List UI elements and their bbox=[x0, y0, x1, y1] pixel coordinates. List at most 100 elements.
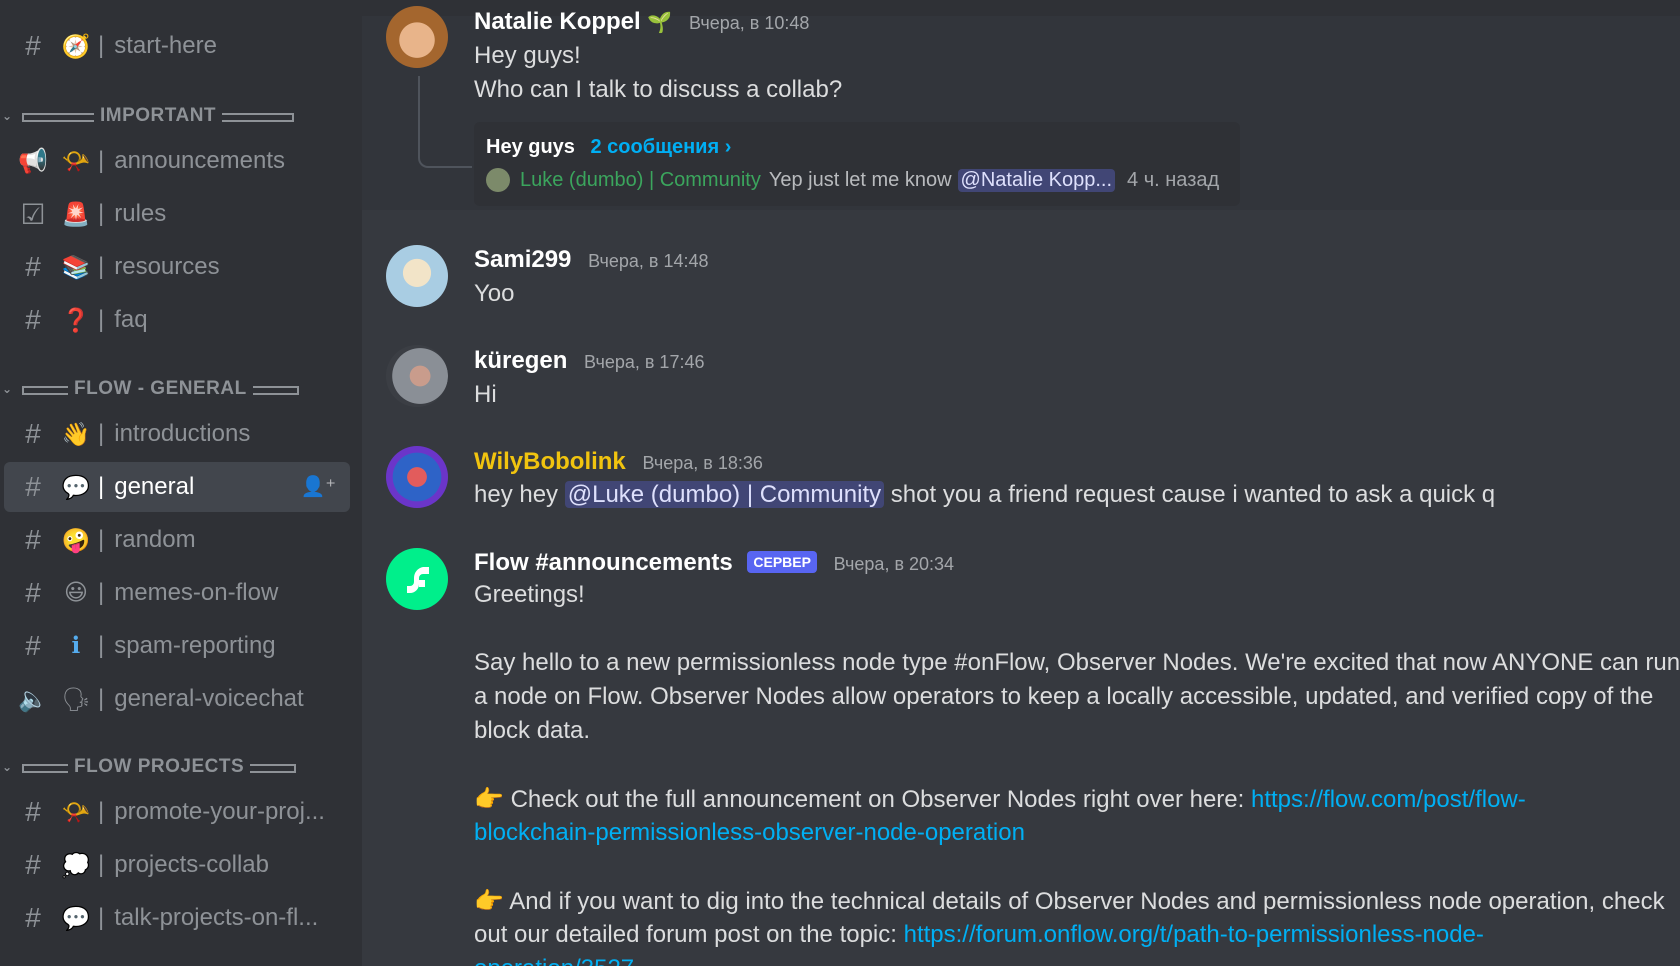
avatar[interactable] bbox=[386, 245, 448, 307]
thread-preview[interactable]: Hey guys 2 сообщения › Luke (dumbo) | Co… bbox=[474, 122, 1240, 206]
link[interactable]: https://flow.com/post/flow- bbox=[1251, 786, 1526, 813]
channel-name: start-here bbox=[114, 32, 217, 59]
thread-connector bbox=[418, 76, 472, 168]
message-author[interactable]: WilyBobolink Вчера, в 18:36 bbox=[474, 448, 763, 476]
hash-lock-icon: # bbox=[25, 251, 41, 282]
thread-last-text: Yep just let me know bbox=[768, 168, 952, 191]
channel-name: faq bbox=[114, 306, 148, 333]
message-text: Say hello to a new permissionless node t… bbox=[474, 649, 1680, 676]
hash-icon: # bbox=[25, 630, 41, 661]
channel-resources[interactable]: # 📚 | resources bbox=[4, 242, 350, 292]
channel-start-here[interactable]: # 🧭 | start-here bbox=[4, 21, 350, 71]
thread-time-ago: 4 ч. назад bbox=[1127, 168, 1220, 191]
separator: | bbox=[98, 147, 105, 174]
flow-logo-icon bbox=[407, 567, 429, 593]
separator: | bbox=[98, 579, 105, 606]
separator: | bbox=[98, 904, 105, 931]
author-name[interactable]: WilyBobolink bbox=[474, 448, 626, 475]
avatar[interactable] bbox=[386, 6, 448, 68]
mention[interactable]: @Luke (dumbo) | Community bbox=[564, 481, 885, 508]
channel-name: general bbox=[114, 473, 195, 500]
info-icon: ℹ bbox=[71, 633, 81, 659]
channel-projects-collab[interactable]: # 💭 | projects-collab bbox=[4, 840, 350, 890]
compass-icon: 🧭 bbox=[61, 33, 91, 60]
postal-horn-icon: 📯 bbox=[61, 148, 91, 175]
hash-lock-icon: # bbox=[25, 577, 41, 608]
books-icon: 📚 bbox=[61, 254, 91, 281]
message-fragment: out our detailed forum post on the topic… bbox=[474, 921, 897, 948]
message-text: block data. bbox=[474, 717, 591, 744]
message-text: 👉 And if you want to dig into the techni… bbox=[474, 884, 1665, 919]
thread-title: Hey guys bbox=[486, 136, 575, 158]
channel-general-voicechat[interactable]: 🔈 🗣 | general-voicechat bbox=[4, 674, 350, 724]
separator: | bbox=[98, 526, 105, 553]
channel-name: projects-collab bbox=[114, 851, 269, 878]
author-name[interactable]: Flow #announcements bbox=[474, 549, 733, 576]
flow-logo-avatar[interactable] bbox=[386, 548, 448, 610]
timestamp: Вчера, в 14:48 bbox=[588, 251, 709, 271]
channel-name: talk-projects-on-fl... bbox=[114, 904, 319, 931]
separator: | bbox=[98, 473, 105, 500]
channel-name: random bbox=[114, 526, 196, 553]
separator: | bbox=[98, 685, 105, 712]
channel-announcements[interactable]: 📢 📯 | announcements bbox=[4, 136, 350, 186]
category-decoration bbox=[22, 112, 94, 122]
separator: | bbox=[98, 632, 105, 659]
message-author[interactable]: Sami299 Вчера, в 14:48 bbox=[474, 246, 709, 274]
thread-last-message: Luke (dumbo) | Community Yep just let me… bbox=[486, 168, 1219, 192]
author-name[interactable]: Natalie Koppel bbox=[474, 8, 641, 35]
avatar[interactable] bbox=[386, 446, 448, 508]
author-name[interactable]: Sami299 bbox=[474, 246, 571, 273]
message-text: blockchain-permissionless-observer-node-… bbox=[474, 816, 1025, 850]
message-author[interactable]: Natalie Koppel 🌱 Вчера, в 10:48 bbox=[474, 8, 809, 36]
channel-rules[interactable]: ☑ 🚨 | rules bbox=[4, 189, 350, 239]
siren-icon: 🚨 bbox=[61, 201, 91, 228]
category-flow-general[interactable]: ⌄ FLOW - GENERAL bbox=[0, 374, 350, 404]
channel-talk-projects-on-flow[interactable]: # 💬 | talk-projects-on-fl... bbox=[4, 893, 350, 943]
smiley-icon: 😃 bbox=[64, 580, 88, 606]
message-text: a node on Flow. Observer Nodes allow ope… bbox=[474, 683, 1654, 710]
channel-name: spam-reporting bbox=[114, 632, 276, 659]
speaker-icon: 🔈 bbox=[18, 685, 48, 713]
hash-lock-icon: # bbox=[25, 304, 41, 335]
chat-area: Natalie Koppel 🌱 Вчера, в 10:48 Hey guys… bbox=[362, 0, 1680, 966]
message-text: hey hey @Luke (dumbo) | Community shot y… bbox=[474, 478, 1495, 512]
chevron-down-icon: ⌄ bbox=[2, 760, 13, 774]
message-fragment: shot you a friend request cause i wanted… bbox=[890, 481, 1496, 508]
message-author[interactable]: küregen Вчера, в 17:46 bbox=[474, 347, 704, 375]
thread-count-link[interactable]: 2 сообщения › bbox=[591, 136, 732, 158]
channel-name: resources bbox=[114, 253, 220, 280]
mention[interactable]: @Natalie Kopp... bbox=[957, 168, 1116, 192]
channel-faq[interactable]: # ❓ | faq bbox=[4, 295, 350, 345]
timestamp: Вчера, в 20:34 bbox=[833, 554, 955, 574]
link[interactable]: operation/3527 bbox=[474, 955, 634, 966]
channel-random[interactable]: # 🤪 | random bbox=[4, 515, 350, 565]
separator: | bbox=[98, 798, 105, 825]
separator: | bbox=[98, 253, 105, 280]
author-name[interactable]: küregen bbox=[474, 347, 567, 374]
hash-lock-icon: # bbox=[25, 418, 41, 449]
link[interactable]: https://forum.onflow.org/t/path-to-permi… bbox=[904, 921, 1484, 948]
category-important[interactable]: ⌄ IMPORTANT bbox=[0, 101, 350, 131]
category-flow-projects[interactable]: ⌄ FLOW PROJECTS bbox=[0, 752, 350, 782]
mini-avatar bbox=[486, 168, 510, 192]
channel-promote-your-projects[interactable]: # 📯 | promote-your-proj... bbox=[4, 787, 350, 837]
waving-hand-icon: 👋 bbox=[61, 421, 91, 448]
link[interactable]: blockchain-permissionless-observer-node-… bbox=[474, 819, 1025, 846]
channel-introductions[interactable]: # 👋 | introductions bbox=[4, 409, 350, 459]
message-author[interactable]: Flow #announcements СЕРВЕР Вчера, в 20:3… bbox=[474, 549, 954, 577]
channel-general[interactable]: # 💬 | general 👤⁺ bbox=[4, 462, 350, 512]
channel-memes-on-flow[interactable]: # 😃 | memes-on-flow bbox=[4, 568, 350, 618]
message-text: Greetings! bbox=[474, 581, 585, 608]
add-member-icon[interactable]: 👤⁺ bbox=[301, 474, 336, 499]
hash-icon: # bbox=[25, 524, 41, 555]
timestamp: Вчера, в 18:36 bbox=[642, 453, 763, 473]
avatar[interactable] bbox=[386, 345, 448, 407]
category-label: FLOW PROJECTS bbox=[74, 756, 245, 777]
message-text: Yoo bbox=[474, 280, 515, 307]
server-badge: СЕРВЕР bbox=[747, 551, 817, 573]
thought-bubble-icon: 💭 bbox=[61, 852, 91, 879]
message-fragment: And if you want to dig into the technica… bbox=[509, 888, 1665, 915]
hash-lock-icon: # bbox=[25, 796, 41, 827]
channel-spam-reporting[interactable]: # ℹ | spam-reporting bbox=[4, 621, 350, 671]
